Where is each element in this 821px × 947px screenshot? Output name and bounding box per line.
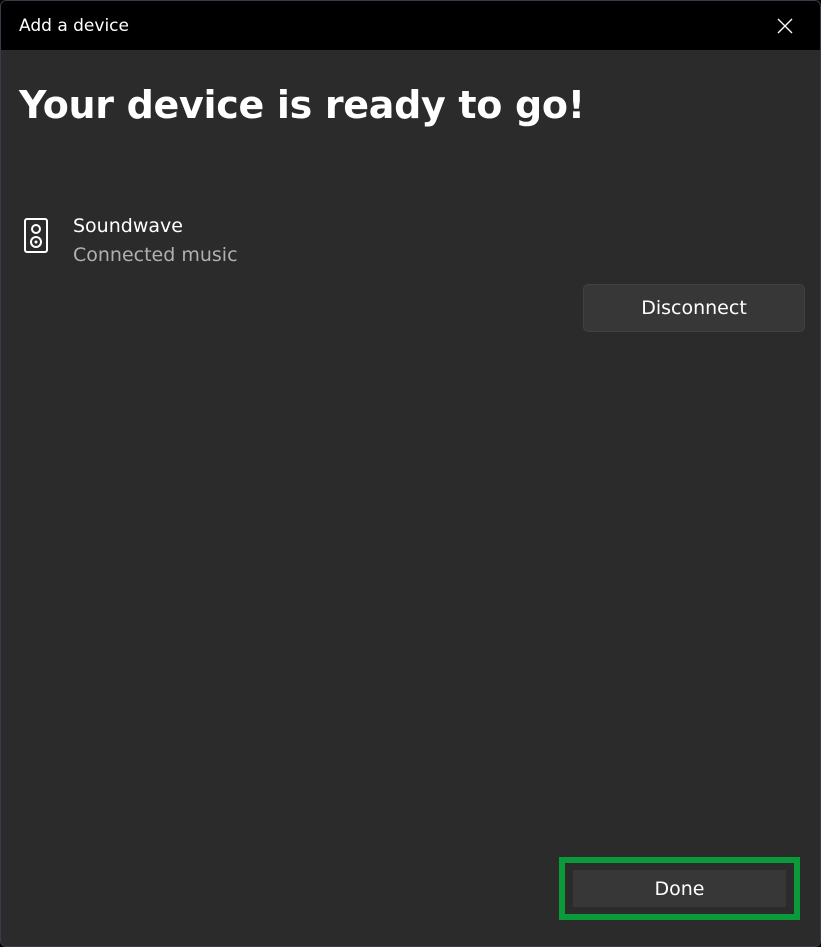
close-icon [777,18,793,33]
device-name: Soundwave [73,215,183,237]
disconnect-button[interactable]: Disconnect [583,284,805,332]
page-heading: Your device is ready to go! [19,83,585,127]
close-button[interactable] [750,1,820,50]
window-title: Add a device [19,16,129,36]
title-bar: Add a device [1,1,820,50]
device-list-item: Soundwave Connected music [23,214,423,274]
add-device-dialog: Add a device Your device is ready to go!… [0,0,821,947]
device-status: Connected music [73,244,238,266]
done-button[interactable]: Done [573,870,786,907]
speaker-icon [24,218,48,253]
